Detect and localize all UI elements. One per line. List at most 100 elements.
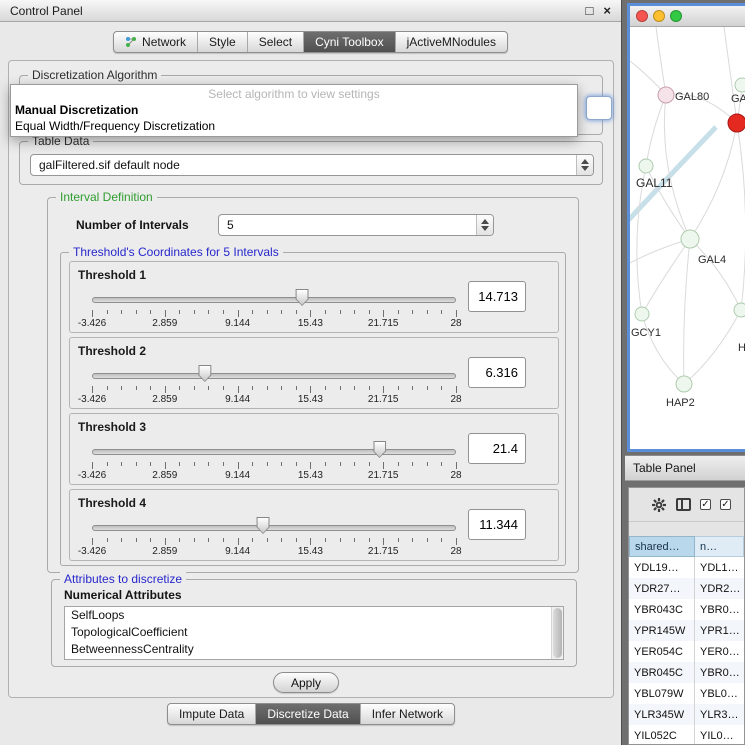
float-window-icon[interactable]: □ [586, 4, 594, 17]
zoom-traffic-light-icon[interactable] [670, 10, 682, 22]
table-row[interactable]: YBL079WYBL0… [629, 683, 744, 704]
cell-shared-name[interactable]: YER054C [629, 641, 695, 662]
cell-shared-name[interactable]: YDL19… [629, 557, 695, 578]
scrollbar-thumb[interactable] [553, 608, 562, 658]
tab-impute-data[interactable]: Impute Data [168, 704, 256, 724]
threshold-value-field[interactable]: 6.316 [468, 357, 526, 388]
numerical-attributes-list[interactable]: SelfLoopsTopologicalCoefficientBetweenne… [64, 606, 564, 660]
network-node[interactable] [635, 307, 649, 321]
cell-name[interactable]: YER0… [695, 641, 744, 662]
tab-network[interactable]: Network [114, 32, 198, 52]
cell-shared-name[interactable]: YBR045C [629, 662, 695, 683]
tab-jactivemodules[interactable]: jActiveMNodules [396, 32, 507, 52]
list-scrollbar[interactable] [551, 607, 563, 659]
threshold-value-field[interactable]: 21.4 [468, 433, 526, 464]
cell-shared-name[interactable]: YPR145W [629, 620, 695, 641]
network-edge[interactable] [690, 239, 741, 310]
network-node[interactable] [728, 114, 745, 132]
apply-button[interactable]: Apply [273, 672, 339, 693]
cell-shared-name[interactable]: YIL052C [629, 725, 695, 744]
network-node[interactable] [658, 87, 674, 103]
table-row[interactable]: YBR045CYBR0… [629, 662, 744, 683]
settings-gear-icon[interactable] [651, 497, 667, 513]
combobox-stepper-icon[interactable] [576, 155, 593, 175]
cell-shared-name[interactable]: YBL079W [629, 683, 695, 704]
network-edge[interactable] [724, 27, 737, 123]
network-edge[interactable] [690, 123, 737, 239]
network-node[interactable] [735, 78, 745, 92]
tab-cyni-toolbox[interactable]: Cyni Toolbox [304, 32, 395, 52]
threshold-3-slider[interactable]: -3.4262.8599.14415.4321.71528 [92, 440, 456, 482]
column-header-name[interactable]: n… [695, 536, 744, 557]
tab-infer-network[interactable]: Infer Network [361, 704, 454, 724]
slider-thumb[interactable] [257, 517, 270, 534]
tab-discretize-data[interactable]: Discretize Data [256, 704, 360, 724]
minimize-traffic-light-icon[interactable] [653, 10, 665, 22]
table-panel-header[interactable]: Table Panel [625, 455, 745, 481]
cell-name[interactable]: YPR1… [695, 620, 744, 641]
algorithm-combobox[interactable] [586, 96, 612, 120]
column-header-shared-name[interactable]: shared… [629, 536, 695, 557]
cell-name[interactable]: YLR3… [695, 704, 744, 725]
attribute-list-item[interactable]: SelfLoops [65, 607, 563, 624]
table-row[interactable]: YBR043CYBR0… [629, 599, 744, 620]
table-row[interactable]: YIL052CYIL0… [629, 725, 744, 744]
select-checkbox-icon[interactable]: ✓ [700, 499, 711, 510]
cell-shared-name[interactable]: YLR345W [629, 704, 695, 725]
table-data-combobox[interactable]: galFiltered.sif default node [30, 154, 594, 176]
network-node[interactable] [681, 230, 699, 248]
network-node[interactable] [639, 159, 653, 173]
tab-select[interactable]: Select [248, 32, 304, 52]
slider-track[interactable] [92, 449, 456, 455]
threshold-value-field[interactable]: 14.713 [468, 281, 526, 312]
network-edge[interactable] [646, 95, 666, 166]
cell-name[interactable]: YDL1… [695, 557, 744, 578]
network-node[interactable] [734, 303, 745, 317]
network-node[interactable] [676, 376, 692, 392]
threshold-value-field[interactable]: 11.344 [468, 509, 526, 540]
control-panel-titlebar[interactable]: Control Panel □ × [0, 0, 621, 22]
slider-thumb[interactable] [296, 289, 309, 306]
network-edge[interactable] [684, 239, 690, 384]
dropdown-option-equal-width-frequency[interactable]: Equal Width/Frequency Discretization [11, 118, 577, 134]
cell-name[interactable]: YBL0… [695, 683, 744, 704]
column-management-icon[interactable] [676, 498, 691, 511]
slider-track[interactable] [92, 297, 456, 303]
number-of-intervals-combobox[interactable]: 5 [218, 214, 494, 236]
tab-style[interactable]: Style [198, 32, 248, 52]
table-row[interactable]: YDL19…YDL1… [629, 557, 744, 578]
network-edge[interactable] [684, 310, 741, 384]
attribute-list-item[interactable]: BetweennessCentrality [65, 641, 563, 658]
table-row[interactable]: YDR27…YDR2… [629, 578, 744, 599]
attribute-list-item[interactable]: TopologicalCoefficient [65, 624, 563, 641]
cell-name[interactable]: YBR0… [695, 599, 744, 620]
scale-tick-label: -3.426 [78, 470, 106, 481]
cell-name[interactable]: YIL0… [695, 725, 744, 744]
slider-track[interactable] [92, 525, 456, 531]
network-window-titlebar[interactable] [630, 6, 745, 27]
dropdown-option-manual-discretization[interactable]: Manual Discretization [11, 102, 577, 118]
network-edge[interactable] [642, 314, 684, 384]
close-traffic-light-icon[interactable] [636, 10, 648, 22]
slider-thumb[interactable] [198, 365, 211, 382]
cell-name[interactable]: YBR0… [695, 662, 744, 683]
select-checkbox-icon[interactable]: ✓ [720, 499, 731, 510]
slider-thumb[interactable] [373, 441, 386, 458]
close-icon[interactable]: × [603, 4, 611, 17]
table-row[interactable]: YPR145WYPR1… [629, 620, 744, 641]
table-row[interactable]: YER054CYER0… [629, 641, 744, 662]
table-row[interactable]: YLR345WYLR3… [629, 704, 744, 725]
cell-name[interactable]: YDR2… [695, 578, 744, 599]
network-edge[interactable] [737, 123, 745, 310]
cell-shared-name[interactable]: YDR27… [629, 578, 695, 599]
network-edge[interactable] [642, 239, 690, 314]
combobox-stepper-icon[interactable] [476, 215, 493, 235]
network-canvas[interactable]: GAL80GAGAL11GAL4GCY1HAP2H [630, 27, 745, 449]
network-graph[interactable]: GAL80GAGAL11GAL4GCY1HAP2H [630, 27, 745, 449]
threshold-2-slider[interactable]: -3.4262.8599.14415.4321.71528 [92, 364, 456, 406]
cell-shared-name[interactable]: YBR043C [629, 599, 695, 620]
network-edge[interactable] [656, 27, 666, 95]
slider-track[interactable] [92, 373, 456, 379]
threshold-4-slider[interactable]: -3.4262.8599.14415.4321.71528 [92, 516, 456, 558]
threshold-1-slider[interactable]: -3.4262.8599.14415.4321.71528 [92, 288, 456, 330]
